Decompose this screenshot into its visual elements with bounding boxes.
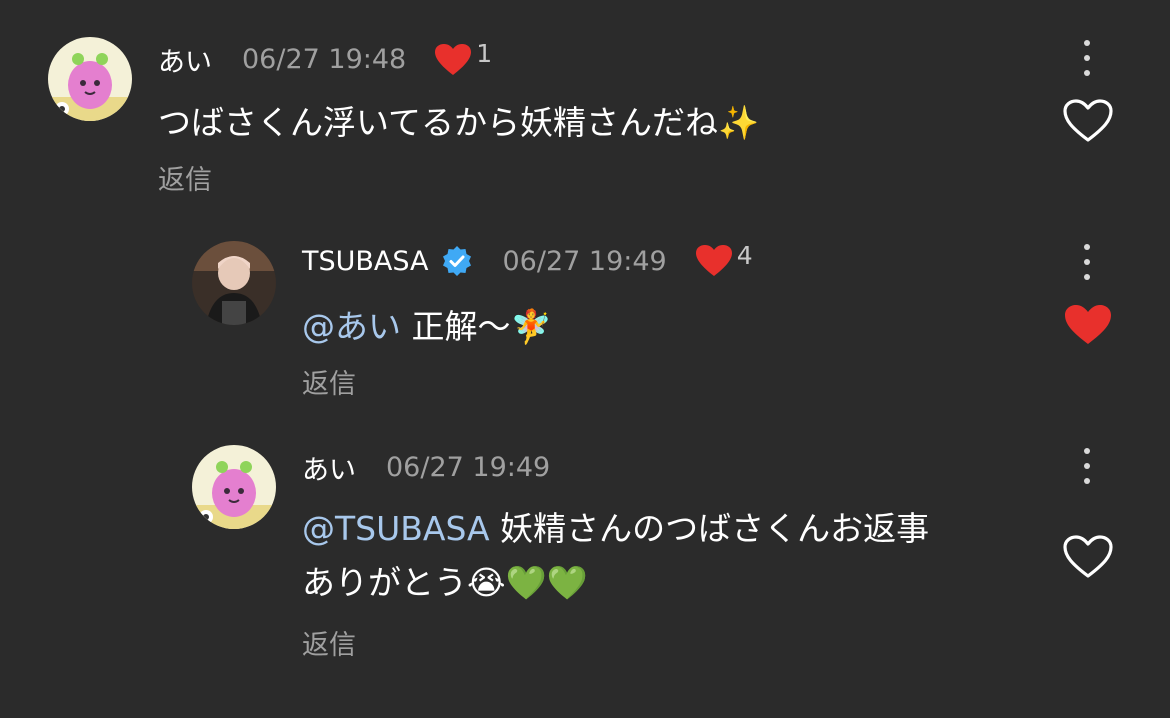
username[interactable]: あい xyxy=(302,448,356,487)
comment-meta: あい 06/27 19:49 xyxy=(302,448,550,487)
username[interactable]: TSUBASA xyxy=(302,246,429,277)
like-button-heart-filled-icon[interactable] xyxy=(1062,302,1114,348)
avatar-ai[interactable] xyxy=(48,37,132,121)
verified-badge-icon xyxy=(442,246,471,276)
like-count: 1 xyxy=(434,39,492,77)
more-options-icon[interactable] xyxy=(1077,244,1097,280)
reply-button[interactable]: 返信 xyxy=(302,362,356,401)
comment-meta: TSUBASA 06/27 19:49 4 xyxy=(302,240,753,278)
avatar-image xyxy=(192,445,276,529)
more-options-icon[interactable] xyxy=(1077,40,1097,76)
heart-icon xyxy=(695,245,732,276)
mention-link[interactable]: @あい xyxy=(302,307,401,346)
avatar-image xyxy=(192,241,276,325)
comment-text: @TSUBASA 妖精さんのつばさくんお返事 ありがとう😭💚💚 xyxy=(302,502,929,610)
timestamp: 06/27 19:48 xyxy=(242,44,407,75)
more-options-icon[interactable] xyxy=(1077,448,1097,484)
heart-icon xyxy=(435,43,472,75)
comment-meta: あい 06/27 19:48 1 xyxy=(158,39,492,79)
timestamp: 06/27 19:49 xyxy=(502,245,667,277)
comment-body: 正解〜🧚 xyxy=(401,307,552,346)
avatar-tsubasa[interactable] xyxy=(192,241,276,325)
timestamp: 06/27 19:49 xyxy=(386,452,551,483)
like-count-value: 1 xyxy=(476,39,493,68)
comment-body: つばさくん浮いてるから妖精さんだね✨ xyxy=(158,103,760,142)
like-button-heart-outline-icon[interactable] xyxy=(1062,98,1114,144)
username[interactable]: あい xyxy=(158,40,212,79)
like-button-heart-outline-icon[interactable] xyxy=(1062,534,1114,580)
comment-text: @あい 正解〜🧚 xyxy=(302,300,552,354)
reply-button[interactable]: 返信 xyxy=(158,158,212,197)
avatar-image xyxy=(48,37,132,121)
comment-text: つばさくん浮いてるから妖精さんだね✨ xyxy=(158,96,759,150)
like-count: 4 xyxy=(695,240,753,278)
comment-body: 妖精さんのつばさくんお返事 xyxy=(489,509,930,548)
avatar-ai[interactable] xyxy=(192,445,276,529)
reply-button[interactable]: 返信 xyxy=(302,623,356,662)
mention-link[interactable]: @TSUBASA xyxy=(302,509,490,548)
like-count-value: 4 xyxy=(736,240,753,270)
comment-body-line-2: ありがとう😭💚💚 xyxy=(302,563,588,602)
